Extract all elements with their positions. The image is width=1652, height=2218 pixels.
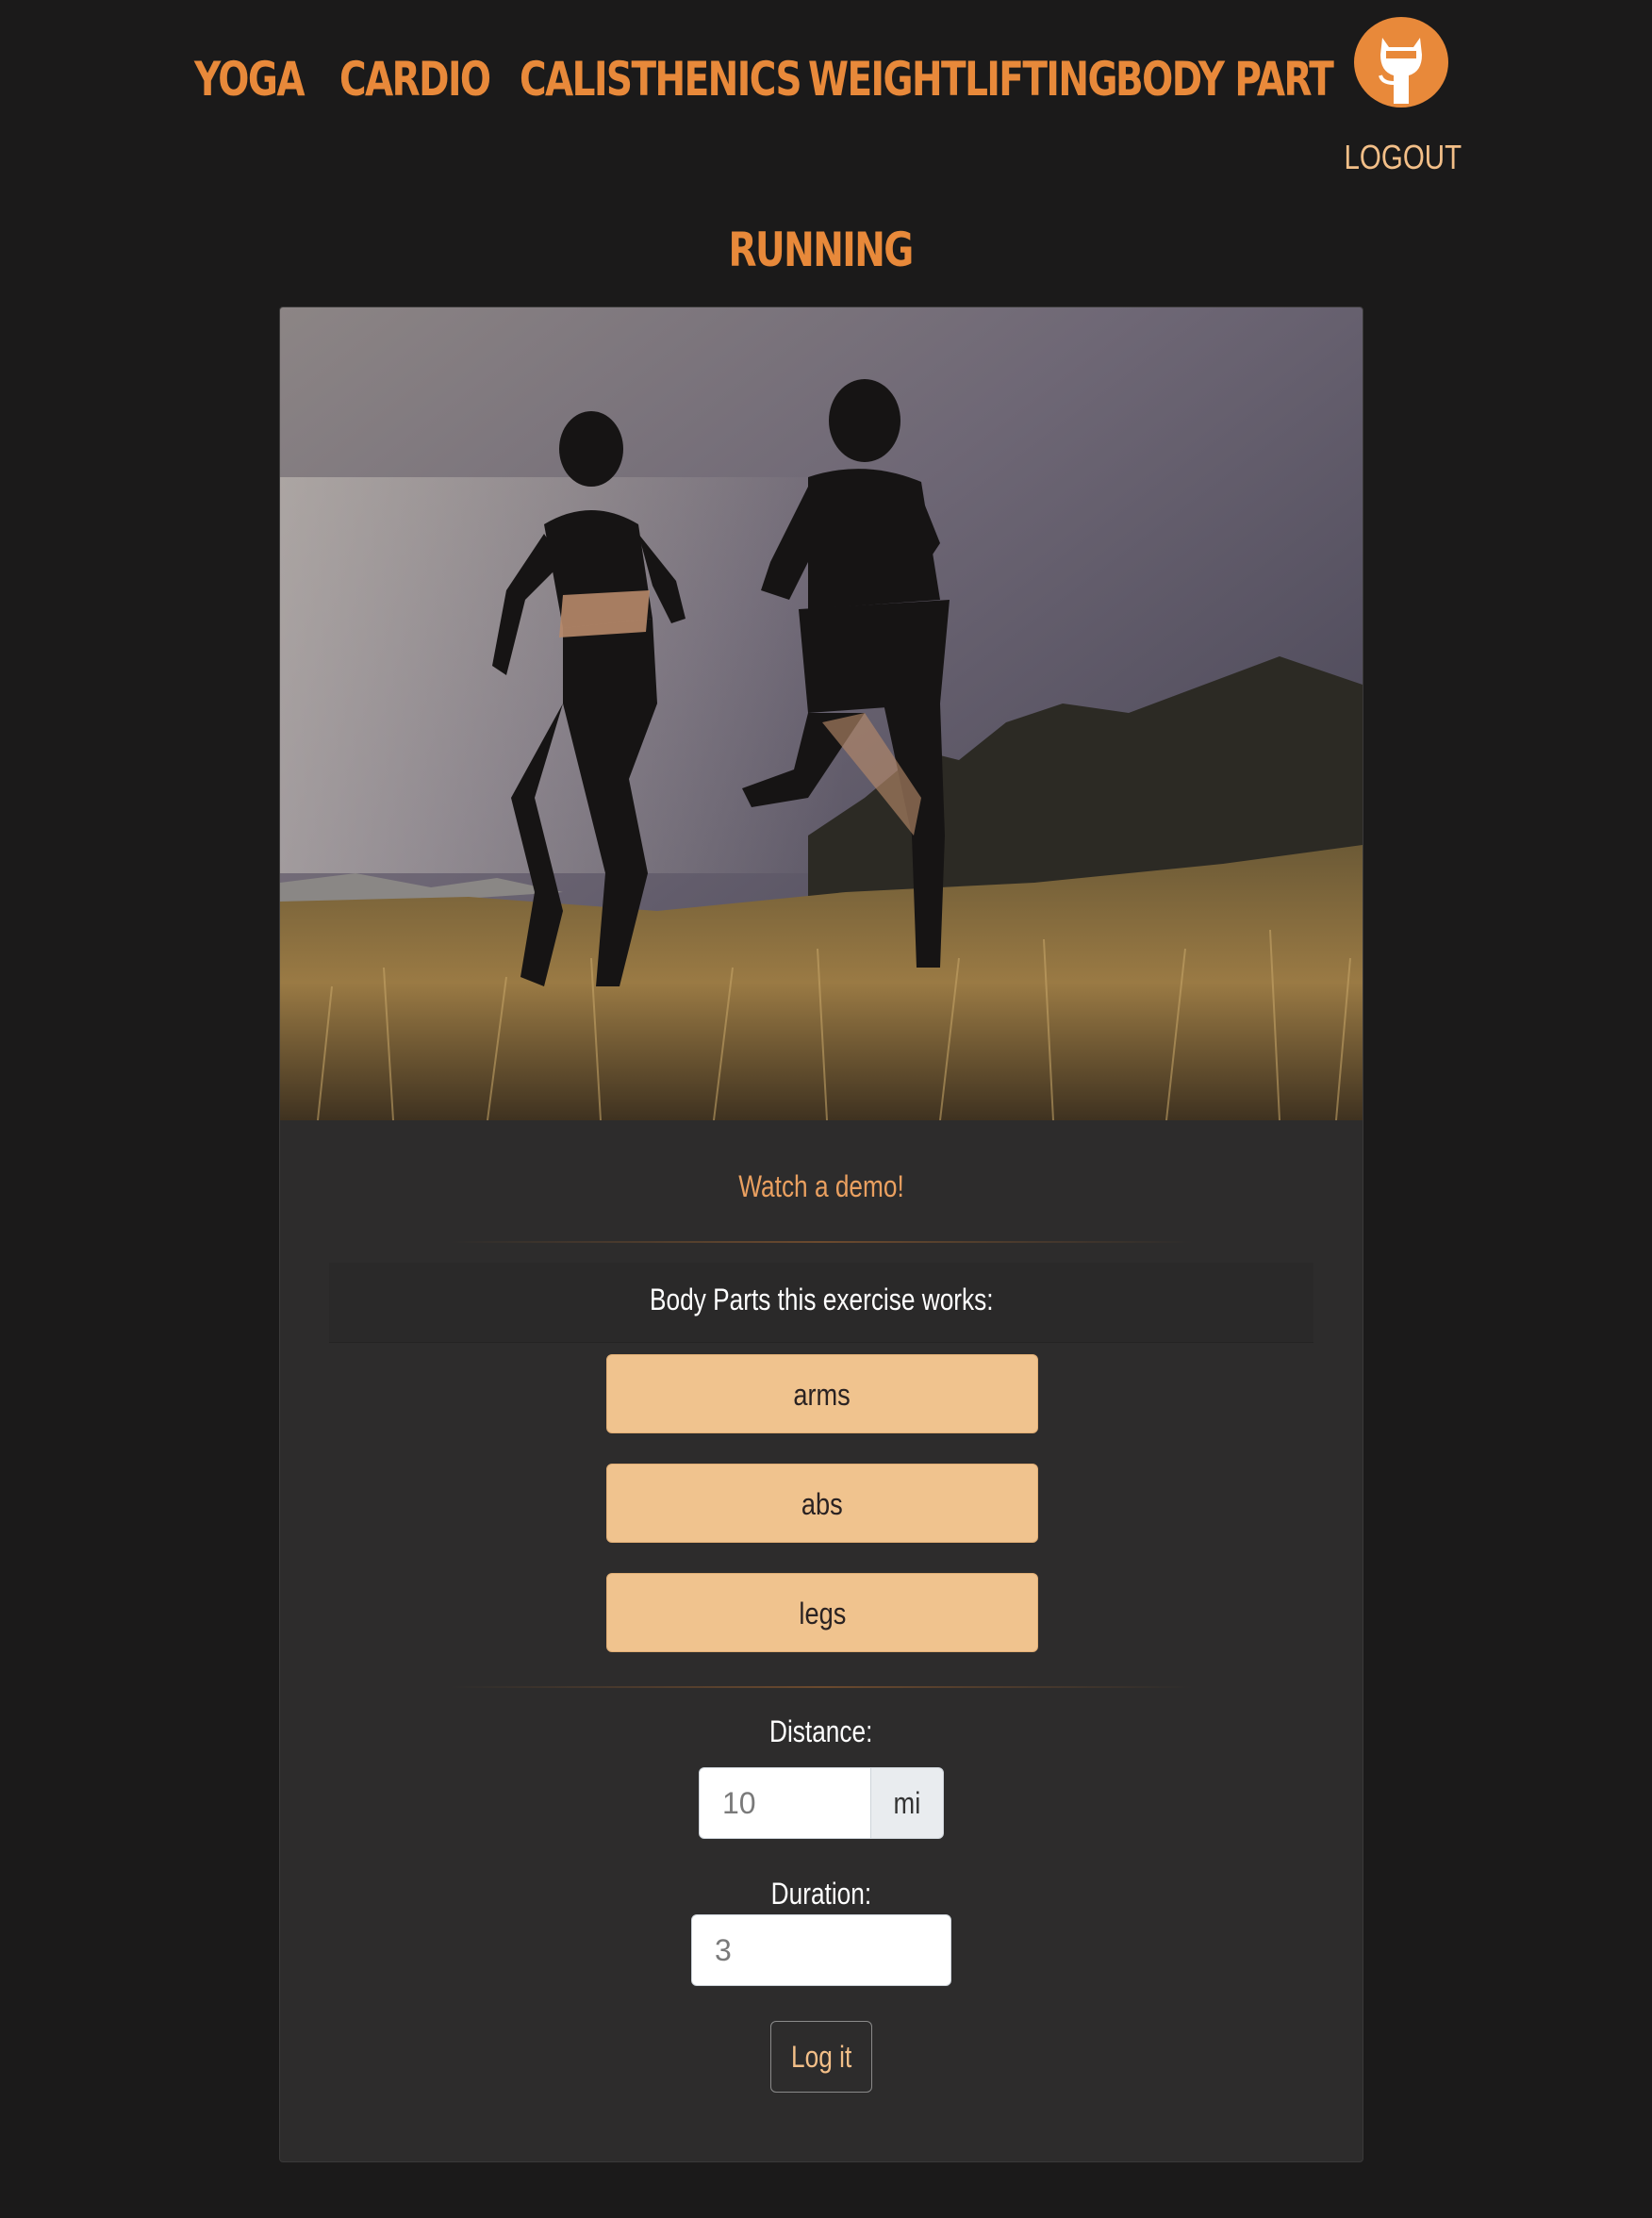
body-part-label: arms: [793, 1378, 851, 1412]
divider-bottom: [450, 1686, 1193, 1688]
divider-top: [450, 1241, 1193, 1243]
distance-unit-text: mi: [893, 1786, 921, 1820]
body-part-label: legs: [799, 1597, 846, 1630]
logout-link[interactable]: LOGOUT: [1345, 138, 1462, 177]
nav-item-body-part[interactable]: BODY PART: [1115, 49, 1334, 109]
duration-label-text: Duration:: [770, 1877, 872, 1911]
nav-item-weightlifting[interactable]: WEIGHTLIFTING: [808, 49, 1117, 109]
nav-item-calisthenics[interactable]: CALISTHENICS: [520, 49, 802, 109]
body-part-label: abs: [801, 1487, 843, 1521]
duration-input[interactable]: [691, 1914, 951, 1986]
watch-demo-text: Watch a demo!: [738, 1169, 904, 1203]
nav-item-cardio[interactable]: CARDIO: [339, 49, 491, 109]
log-it-button[interactable]: Log it: [770, 2021, 872, 2093]
distance-label-text: Distance:: [769, 1714, 873, 1748]
body-parts-title: Body Parts this exercise works:: [280, 1283, 1363, 1317]
page-title-text: RUNNING: [728, 223, 914, 277]
page-title: RUNNING: [0, 223, 1641, 277]
exercise-card: Watch a demo! Body Parts this exercise w…: [279, 306, 1363, 2162]
body-part-button-legs[interactable]: legs: [606, 1573, 1038, 1652]
distance-label: Distance:: [280, 1714, 1363, 1749]
body-parts-title-text: Body Parts this exercise works:: [649, 1283, 994, 1316]
body-part-button-arms[interactable]: arms: [606, 1354, 1038, 1433]
log-it-label: Log it: [790, 2040, 852, 2074]
watch-demo-link[interactable]: Watch a demo!: [280, 1169, 1363, 1204]
distance-unit-addon: mi: [870, 1767, 944, 1839]
duration-label: Duration:: [280, 1877, 1363, 1912]
hero-image: [280, 307, 1363, 1120]
nav-item-yoga[interactable]: YOGA: [194, 49, 306, 109]
distance-input[interactable]: [699, 1767, 872, 1839]
avatar[interactable]: [1354, 17, 1448, 108]
octocat-icon: [1379, 38, 1422, 104]
runners-photo: [280, 307, 1363, 1120]
body-part-button-abs[interactable]: abs: [606, 1464, 1038, 1543]
